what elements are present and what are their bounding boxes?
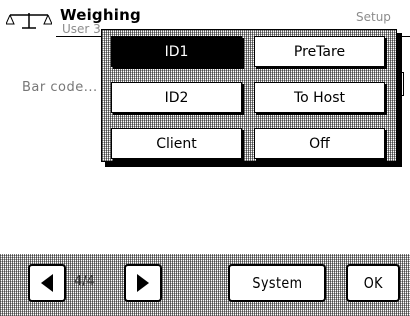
option-pretare-button[interactable]: PreTare [254,36,385,67]
option-off-button[interactable]: Off [254,128,385,159]
user-label: User 3 [62,22,101,36]
arrow-left-icon [41,274,53,292]
bottom-toolbar: 4/4 System OK [0,254,410,316]
option-id2-button[interactable]: ID2 [111,82,242,113]
ok-button[interactable]: OK [346,264,400,302]
scale-icon [6,13,52,29]
next-page-button[interactable] [124,264,162,302]
option-popup: ID1 PreTare ID2 To Host Client Off [101,29,397,162]
system-button[interactable]: System [228,264,326,302]
page-indicator: 4/4 [74,274,95,289]
option-id1-button[interactable]: ID1 [111,36,242,67]
mode-label: Setup [356,10,391,24]
option-to-host-button[interactable]: To Host [254,82,385,113]
arrow-right-icon [137,274,149,292]
system-button-label: System [251,274,303,292]
option-client-button[interactable]: Client [111,128,242,159]
barcode-setting-label[interactable]: Bar code... [22,80,98,95]
previous-page-button[interactable] [28,264,66,302]
ok-button-label: OK [363,274,383,292]
